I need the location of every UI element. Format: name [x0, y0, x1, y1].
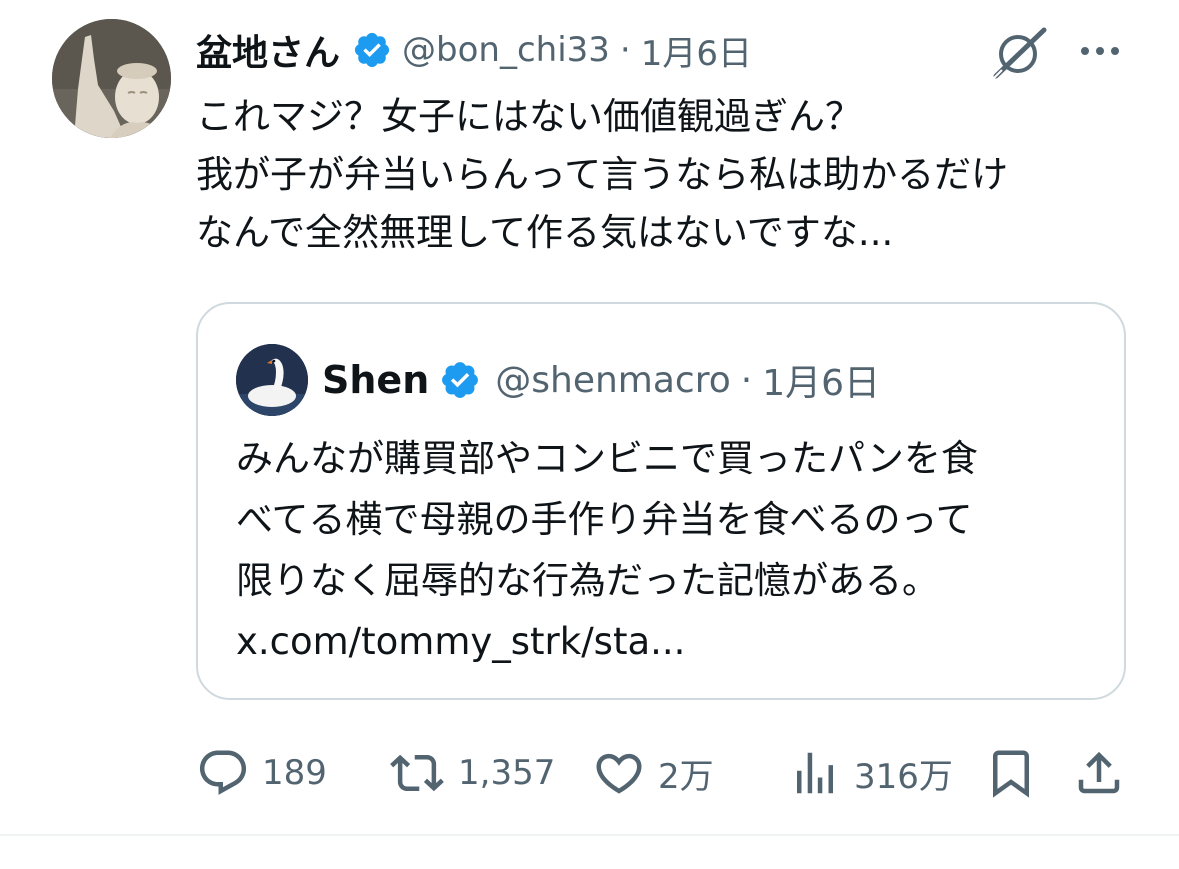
reply-icon: [199, 750, 247, 795]
quoted-tweet-card[interactable]: Shen @shenmacro · 1月6日 みんなが購買部やコンビニで買ったパ…: [196, 302, 1126, 700]
like-button[interactable]: 2万: [592, 738, 714, 808]
retweet-button[interactable]: 1,357: [388, 738, 555, 808]
views-count: 316万: [854, 756, 953, 797]
tweet-text: これマジ？女子にはない価値観過ぎん？ 我が子が弁当いらんって言うなら私は助かるだ…: [196, 95, 1009, 254]
quoted-header-separator: ·: [740, 359, 753, 401]
tweet-date[interactable]: 1月6日: [641, 26, 752, 75]
like-count: 2万: [658, 756, 714, 797]
bookmark-button[interactable]: [984, 738, 1038, 808]
more-icon[interactable]: [1075, 36, 1125, 66]
quoted-tweet-date[interactable]: 1月6日: [762, 354, 880, 406]
tweet-header: 盆地さん @bon_chi33 · 1月6日: [196, 22, 1036, 78]
tweet-action-bar: 189 1,357 2万 316万: [196, 738, 1136, 808]
retweet-count: 1,357: [458, 753, 556, 793]
quoted-tweet-header: Shen @shenmacro · 1月6日: [322, 352, 880, 408]
author-avatar[interactable]: [52, 19, 171, 138]
quoted-author-display-name[interactable]: Shen: [322, 358, 429, 402]
author-avatar-image: [52, 19, 171, 138]
author-handle[interactable]: @bon_chi33: [402, 30, 610, 70]
verified-badge-icon[interactable]: [352, 30, 392, 70]
reply-count: 189: [262, 753, 327, 793]
reply-button[interactable]: 189: [196, 738, 327, 808]
grok-icon[interactable]: [990, 24, 1050, 80]
retweet-icon: [390, 754, 444, 792]
share-icon: [1078, 751, 1120, 794]
tweet-divider: [0, 834, 1179, 836]
quoted-tweet-text: みんなが購買部やコンビニで買ったパンを食 べてる横で母親の手作り弁当を食べるのっ…: [236, 437, 978, 663]
heart-icon: [596, 753, 642, 794]
views-icon: [797, 752, 833, 794]
header-separator: ·: [619, 30, 631, 70]
quoted-author-handle[interactable]: @shenmacro: [495, 360, 731, 401]
author-display-name[interactable]: 盆地さん: [196, 24, 340, 76]
verified-badge-icon[interactable]: [439, 359, 481, 401]
share-button[interactable]: [1072, 738, 1126, 808]
quoted-avatar-image: [236, 344, 308, 416]
bookmark-icon: [993, 750, 1029, 798]
quoted-author-avatar[interactable]: [236, 344, 308, 416]
views-button[interactable]: 316万: [788, 738, 953, 808]
